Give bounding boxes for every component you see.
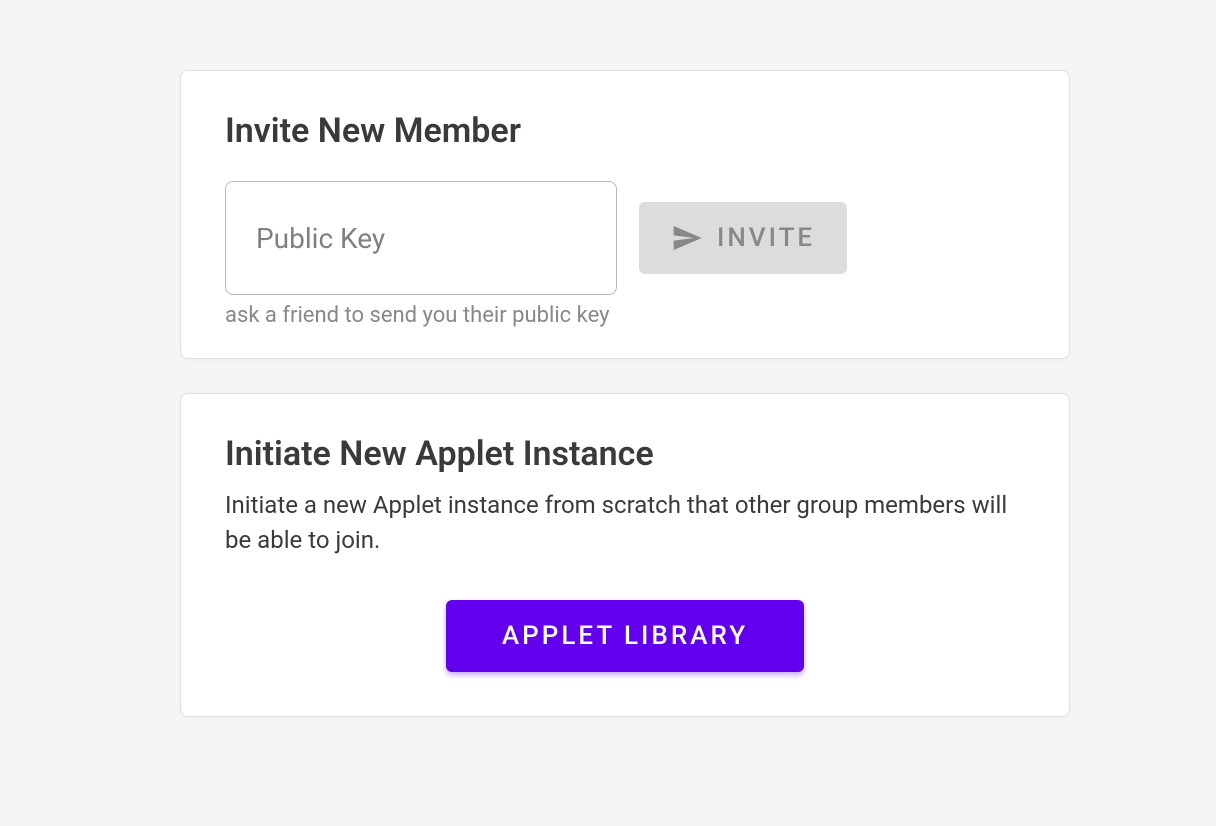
- invite-button[interactable]: INVITE: [639, 202, 847, 274]
- send-icon: [671, 222, 703, 254]
- applet-library-button[interactable]: APPLET LIBRARY: [446, 600, 804, 672]
- applet-card-title: Initiate New Applet Instance: [225, 434, 1025, 474]
- invite-member-card: Invite New Member INVITE ask a friend to…: [180, 70, 1070, 359]
- public-key-input[interactable]: [225, 181, 617, 295]
- initiate-applet-card: Initiate New Applet Instance Initiate a …: [180, 393, 1070, 717]
- public-key-helper-text: ask a friend to send you their public ke…: [225, 303, 1025, 328]
- invite-input-row: INVITE: [225, 181, 1025, 295]
- applet-card-description: Initiate a new Applet instance from scra…: [225, 488, 1025, 558]
- invite-card-title: Invite New Member: [225, 111, 1025, 151]
- invite-button-label: INVITE: [717, 223, 815, 253]
